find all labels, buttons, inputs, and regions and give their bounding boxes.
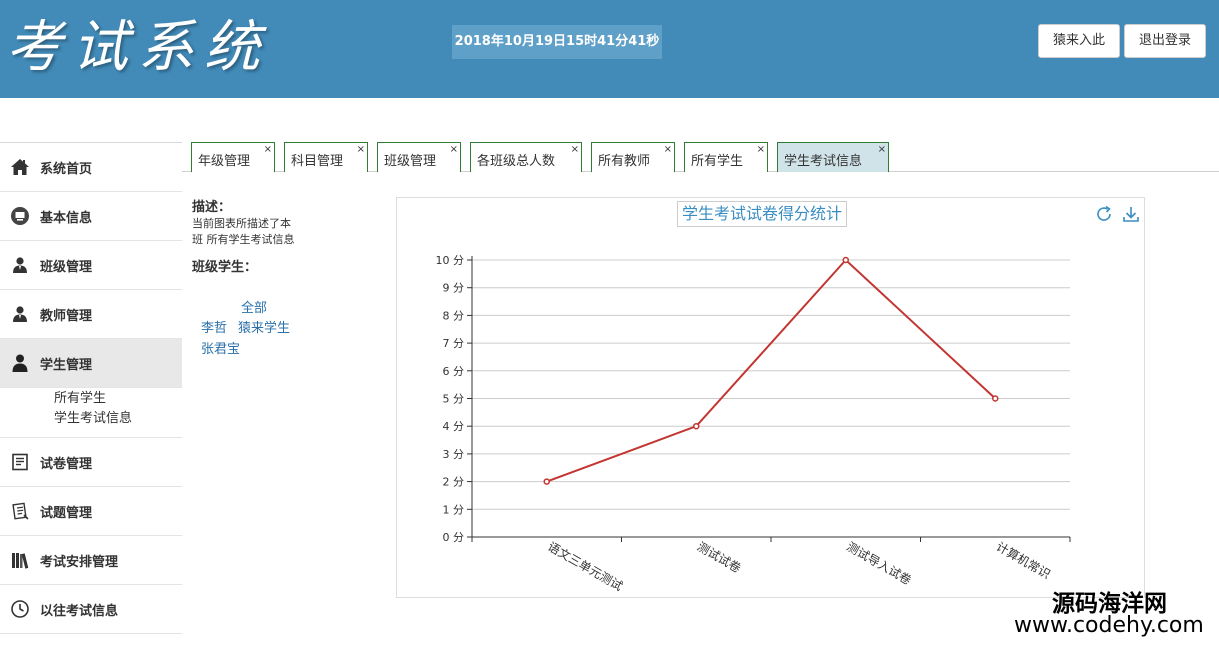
chart-panel: 0 分 1 分 2 分 3 分 4 分 5 分 6 分 7 分 8 分 9 分 10 分语文三单元测…	[396, 197, 1145, 598]
y-tick-label: 1 分	[443, 503, 465, 516]
submenu-all-students[interactable]: 所有学生	[54, 389, 182, 409]
app-logo: 考试系统	[6, 15, 270, 80]
sidebar-item-student[interactable]: 学生管理	[0, 339, 182, 388]
data-point	[543, 478, 550, 485]
close-icon[interactable]: ×	[664, 145, 672, 155]
sidebar-item-class[interactable]: 班级管理	[0, 241, 182, 290]
tab-label: 年级管理	[198, 154, 251, 169]
tab-student-exam-info[interactable]: 学生考试信息 ×	[777, 142, 889, 172]
sidebar-item-label: 学生管理	[40, 357, 93, 373]
logout-button[interactable]: 退出登录	[1124, 24, 1206, 58]
score-line-chart: 0 分 1 分 2 分 3 分 4 分 5 分 6 分 7 分 8 分 9 分 10 分语文三单元测…	[436, 254, 1071, 594]
y-tick-label: 8 分	[443, 309, 465, 322]
clock-icon	[10, 599, 30, 619]
books-icon	[10, 550, 30, 570]
info-panel: 描述： 当前图表所描述了本班 所有学生考试信息 班级学生：	[192, 200, 302, 276]
tab-label: 学生考试信息	[784, 154, 863, 169]
paper-icon	[10, 452, 30, 472]
students-title: 班级学生：	[192, 260, 258, 275]
close-icon[interactable]: ×	[357, 145, 365, 155]
question-icon	[10, 501, 30, 521]
user-icon	[10, 353, 30, 373]
sidebar-item-label: 系统首页	[40, 161, 93, 177]
sidebar-item-label: 试卷管理	[40, 456, 93, 472]
data-point	[693, 422, 700, 430]
tab-label: 各班级总人数	[477, 154, 556, 169]
x-tick-label: 语文三单元测试	[545, 539, 625, 594]
y-tick-label: 2 分	[443, 476, 465, 489]
student-link[interactable]: 张君宝	[201, 341, 240, 359]
y-tick-label: 3 分	[443, 448, 465, 461]
app-root: 考试系统 2018年10月19日15时41分41秒 猿来入此 退出登录 系统首页…	[0, 0, 1219, 645]
sidebar-item-teacher[interactable]: 教师管理	[0, 290, 182, 339]
y-tick-label: 6 分	[443, 365, 465, 378]
close-icon[interactable]: ×	[450, 145, 458, 155]
download-icon[interactable]	[1121, 204, 1141, 224]
student-link[interactable]: 猿来学生	[238, 320, 290, 338]
sidebar-item-home[interactable]: 系统首页	[0, 143, 182, 192]
tab-grade[interactable]: 年级管理 ×	[191, 142, 275, 172]
y-tick-label: 10 分	[436, 254, 465, 267]
sidebar-item-exam-schedule[interactable]: 考试安排管理	[0, 536, 182, 585]
close-icon[interactable]: ×	[878, 145, 886, 155]
sidebar-item-label: 班级管理	[40, 259, 93, 275]
submenu-student-exam-info[interactable]: 学生考试信息	[54, 409, 182, 429]
monitor-icon	[10, 206, 30, 226]
tab-students[interactable]: 所有学生 ×	[684, 142, 768, 172]
home-icon	[10, 157, 30, 177]
sidebar-item-label: 考试安排管理	[40, 554, 119, 570]
sidebar: 系统首页 基本信息 班级管理 教师管理 学生管理 所有学生 学生考试信息 试卷管…	[0, 142, 182, 645]
tab-label: 班级管理	[384, 154, 437, 169]
tab-teachers[interactable]: 所有教师 ×	[591, 142, 675, 172]
header-bar: 考试系统 2018年10月19日15时41分41秒 猿来入此 退出登录	[0, 0, 1219, 98]
description-text: 当前图表所描述了本班 所有学生考试信息	[192, 217, 295, 246]
sidebar-item-label: 教师管理	[40, 308, 93, 324]
sidebar-item-paper[interactable]: 试卷管理	[0, 438, 182, 487]
x-tick-label: 测试试卷	[695, 539, 744, 576]
description-title: 描述：	[192, 200, 232, 215]
sidebar-item-question[interactable]: 试题管理	[0, 487, 182, 536]
student-submenu: 所有学生 学生考试信息	[0, 388, 182, 438]
y-tick-label: 4 分	[443, 420, 465, 433]
close-icon[interactable]: ×	[757, 145, 765, 155]
y-tick-label: 9 分	[443, 282, 465, 295]
data-point	[842, 256, 849, 264]
tab-class[interactable]: 班级管理 ×	[377, 142, 461, 172]
sidebar-item-label: 基本信息	[40, 210, 93, 226]
y-tick-label: 5 分	[443, 393, 465, 406]
tab-label: 所有教师	[598, 154, 651, 169]
tab-label: 所有学生	[691, 154, 744, 169]
datetime-display: 2018年10月19日15时41分41秒	[452, 25, 662, 59]
tab-label: 科目管理	[291, 154, 344, 169]
refresh-icon[interactable]	[1094, 204, 1114, 224]
x-tick-label: 计算机常识	[994, 539, 1053, 582]
chart-title: 学生考试试卷得分统计	[677, 201, 848, 227]
student-link-all[interactable]: 全部	[241, 300, 267, 318]
user-icon	[10, 255, 30, 275]
user-button[interactable]: 猿来入此	[1038, 24, 1120, 58]
x-tick-label: 测试导入试卷	[844, 539, 914, 588]
y-tick-label: 7 分	[443, 337, 465, 350]
sidebar-item-past-exams[interactable]: 以往考试信息	[0, 585, 182, 634]
y-tick-label: 0 分	[443, 531, 465, 544]
close-icon[interactable]: ×	[264, 145, 272, 155]
data-point	[992, 395, 999, 402]
student-link[interactable]: 李哲	[201, 320, 227, 338]
tab-class-count[interactable]: 各班级总人数 ×	[470, 142, 582, 172]
close-icon[interactable]: ×	[571, 145, 579, 155]
sidebar-item-label: 以往考试信息	[40, 603, 119, 619]
sidebar-item-basic-info[interactable]: 基本信息	[0, 192, 182, 241]
watermark-url: www.codehy.com	[1014, 613, 1204, 638]
tab-bar: 年级管理 × 科目管理 × 班级管理 × 各班级总人数 × 所有教师 × 所有学…	[182, 142, 1219, 172]
sidebar-item-label: 试题管理	[40, 505, 93, 521]
user-icon	[10, 304, 30, 324]
tab-subject[interactable]: 科目管理 ×	[284, 142, 368, 172]
